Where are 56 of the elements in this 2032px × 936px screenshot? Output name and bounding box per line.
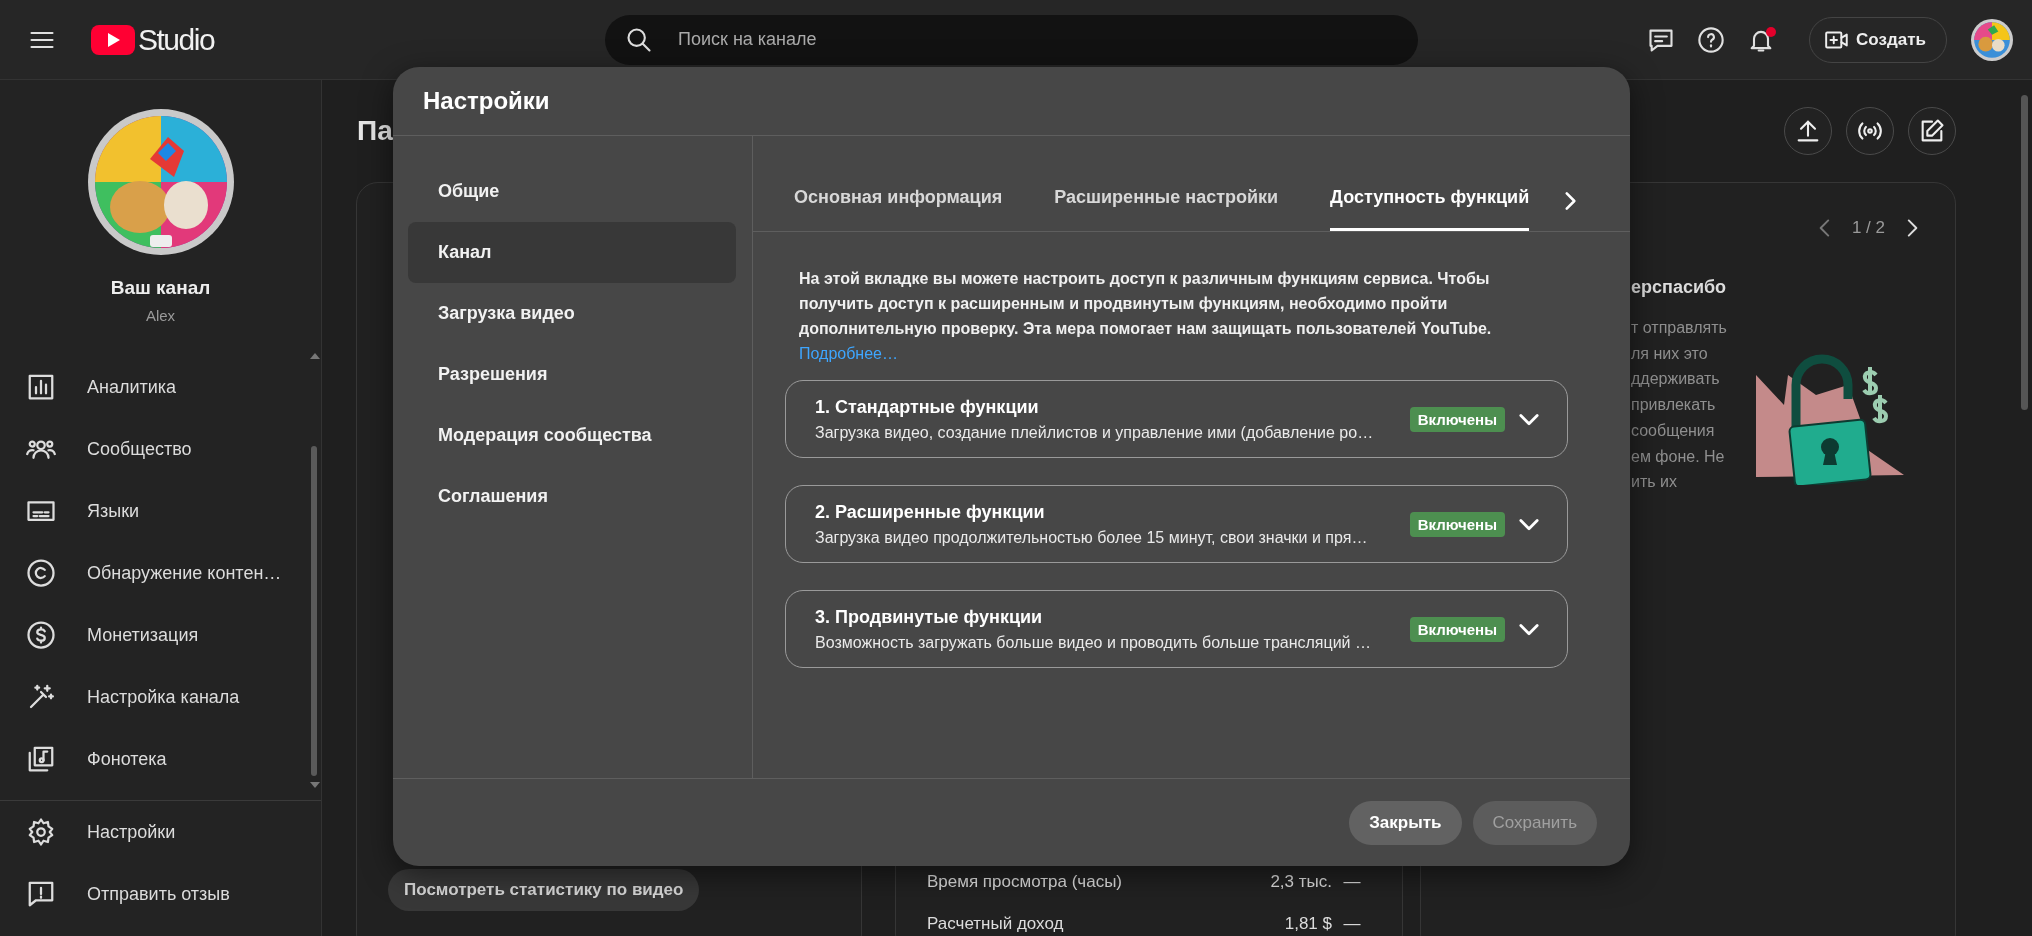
video-stats-button[interactable]: Посмотреть статистику по видео (388, 869, 700, 911)
sidebar-item[interactable]: Обнаружение контен… (0, 542, 321, 604)
sidebar-item[interactable]: Настройка канала (0, 666, 321, 728)
search-field[interactable]: Поиск на канале (605, 14, 1418, 65)
sidebar-item[interactable]: Монетизация (0, 604, 321, 666)
promo-text: ить их (1631, 472, 1678, 493)
nav-item[interactable]: Загрузка видео (408, 283, 736, 344)
stat-label: Время просмотра (часы) (927, 872, 1124, 892)
promo-title: ерспасибо (1631, 277, 1728, 298)
promo-text: т отправлять (1631, 318, 1728, 338)
sidebar-item[interactable]: Настройки (0, 801, 321, 863)
nav-item[interactable]: Общие (408, 161, 736, 222)
tab[interactable]: Расширенные настройки (1054, 136, 1279, 231)
sidebar-item[interactable]: Сообщество (0, 418, 321, 480)
feature-title: 2. Расширенные функции (815, 501, 1046, 523)
feature-card[interactable]: 3. Продвинутые функции Возможность загружать больше видео и проводить больше трансляций … Включены (785, 590, 1568, 668)
feature-card[interactable]: 1. Стандартные функции Загрузка видео, создание плейлистов и управление ими (добавление ро… Включены (785, 380, 1568, 458)
stat-change: — (1342, 872, 1362, 892)
promo-text: ем фоне. Не (1631, 446, 1726, 467)
tab[interactable]: Доступность функций (1330, 136, 1530, 231)
studio-logo[interactable]: Studio (90, 22, 215, 57)
channel-handle: Alex (144, 307, 177, 324)
nav-item[interactable]: Разрешения (408, 344, 736, 405)
nav-item[interactable]: Канал (408, 222, 736, 283)
dialog-title: Настройки (393, 67, 1630, 136)
learn-more-link[interactable]: Подробнее… (799, 345, 898, 362)
status-badge: Включены (1409, 406, 1505, 432)
stat-value: 2,3 тыс. (1270, 872, 1332, 892)
feature-description: Загрузка видео продолжительностью более 15 минут, свои значки и пря… (815, 528, 1369, 547)
nav-item[interactable]: Модерация сообщества (408, 405, 736, 466)
status-badge: Включены (1409, 511, 1505, 537)
feature-description: Возможность загружать больше видео и проводить больше трансляций … (815, 633, 1372, 652)
promo-text: ля них это (1631, 343, 1709, 364)
tab[interactable]: Основная информация (794, 136, 1003, 231)
stat-change: — (1342, 914, 1362, 934)
sidebar-item[interactable]: Фонотека (0, 728, 321, 790)
nav-item[interactable]: Соглашения (408, 466, 736, 527)
intro-text: На этой вкладке вы можете настроить доступ к различным функциям сервиса. Чтобы получить доступ к расширенным и продвинутым функциям, необходимо пройти дополнительную проверку. Эта мера помогает нам защищать пользователей YouTube. Подробнее… (799, 269, 1493, 364)
stat-value: 1,81 $ (1284, 914, 1332, 934)
sidebar-item[interactable]: Отправить отзыв (0, 863, 321, 925)
page-title: Па (357, 115, 393, 147)
feature-card[interactable]: 2. Расширенные функции Загрузка видео продолжительностью более 15 минут, свои значки и пря… Включены (785, 485, 1568, 563)
promo-text: сообщения (1631, 420, 1716, 441)
page-counter: 1 / 2 (1851, 218, 1885, 238)
stat-label: Расчетный доход (927, 914, 1065, 934)
sidebar-item[interactable]: Языки (0, 480, 321, 542)
feature-title: 1. Стандартные функции (815, 396, 1040, 418)
promo-text: ддерживать (1631, 369, 1721, 390)
status-badge: Включены (1409, 616, 1505, 642)
feature-title: 3. Продвинутые функции (815, 606, 1044, 628)
feature-description: Загрузка видео, создание плейлистов и управление ими (добавление ро… (815, 423, 1375, 442)
create-button[interactable]: Создать (1809, 16, 1947, 63)
sidebar-item[interactable]: Аналитика (0, 356, 321, 418)
promo-text: привлекать (1631, 395, 1717, 416)
channel-name: Ваш канал (109, 277, 212, 299)
close-button[interactable]: Закрыть (1349, 800, 1462, 845)
